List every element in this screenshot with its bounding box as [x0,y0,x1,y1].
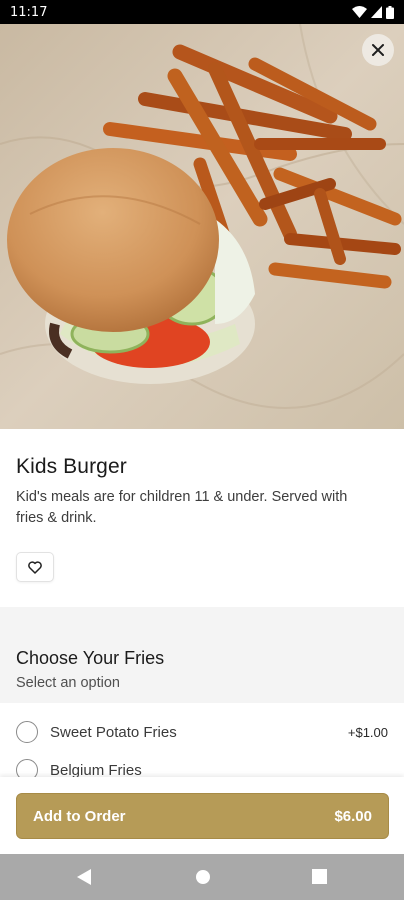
item-title: Kids Burger [16,455,127,478]
option-label: Sweet Potato Fries [50,724,177,741]
wifi-icon [352,6,367,18]
battery-icon [386,5,394,19]
status-time: 11:17 [10,4,48,20]
option-list: Sweet Potato Fries +$1.00 Belgium Fries [0,703,404,777]
option-price: +$1.00 [347,725,388,740]
recents-square-icon[interactable] [312,869,327,884]
option-belgium-fries[interactable]: Belgium Fries [0,753,404,777]
option-label: Belgium Fries [50,762,142,777]
item-info: Kids Burger Kid's meals are for children… [0,429,404,607]
back-triangle-icon[interactable] [77,869,91,885]
system-nav-bar [0,854,404,900]
item-photo [0,24,404,429]
order-total: $6.00 [334,807,372,825]
status-icons [352,5,394,19]
burger-photo [0,24,404,429]
order-footer: Add to Order $6.00 [0,777,404,854]
option-group-subtitle: Select an option [16,675,120,691]
add-to-order-label: Add to Order [33,807,126,825]
option-sweet-potato-fries[interactable]: Sweet Potato Fries +$1.00 [0,715,404,753]
option-group-header: Choose Your Fries Select an option [0,607,404,703]
close-icon [372,44,384,56]
home-circle-icon[interactable] [195,869,211,885]
item-description: Kid's meals are for children 11 & under.… [16,489,348,526]
option-group-title: Choose Your Fries [16,648,165,668]
status-bar: 11:17 [0,0,404,24]
cell-signal-icon [371,6,382,18]
add-to-order-button[interactable]: Add to Order $6.00 [16,793,389,839]
radio-button[interactable] [16,721,38,743]
close-button[interactable] [362,34,394,66]
radio-button[interactable] [16,759,38,777]
favorite-button[interactable] [16,552,54,582]
heart-outline-icon [28,560,42,574]
